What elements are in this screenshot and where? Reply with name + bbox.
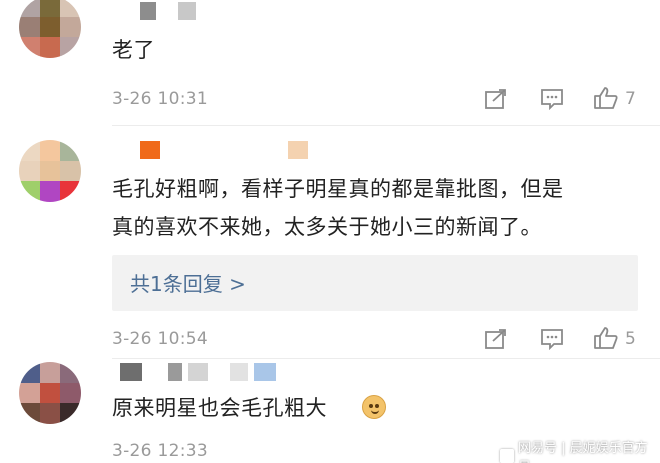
avatar-mosaic-tile: [39, 37, 61, 58]
reply-box[interactable]: 共1条回复 >: [112, 255, 638, 311]
avatar-mosaic-tile: [39, 16, 61, 38]
doge-emoji-icon: [362, 395, 386, 419]
comment-icon[interactable]: [540, 88, 564, 110]
avatar-mosaic-tile: [39, 160, 61, 182]
comment-text-line-2: 真的喜欢不来她，太多关于她小三的新闻了。: [112, 215, 542, 239]
timestamp: 3-26 12:33: [112, 441, 208, 461]
avatar-mosaic-tile: [60, 362, 81, 383]
avatar-mosaic-tile: [60, 382, 81, 404]
thumbs-up-icon[interactable]: [593, 86, 619, 110]
like-count: 7: [625, 89, 636, 109]
avatar-mosaic-tile: [39, 382, 61, 404]
thumbs-up-icon[interactable]: [593, 326, 619, 350]
avatar[interactable]: [19, 140, 81, 202]
avatar-mosaic-tile: [60, 403, 81, 424]
comment-text-line-1: 毛孔好粗啊，看样子明星真的都是靠批图，但是: [112, 177, 564, 201]
avatar-mosaic-tile: [60, 160, 81, 182]
share-icon[interactable]: [484, 88, 508, 110]
timestamp: 3-26 10:31: [112, 89, 208, 109]
comment-text: 原来明星也会毛孔粗大: [112, 396, 327, 420]
username-mosaic[interactable]: [140, 2, 196, 20]
divider: [112, 358, 660, 359]
avatar-mosaic-tile: [39, 403, 61, 424]
avatar-mosaic-tile: [19, 16, 40, 38]
view-replies-link[interactable]: 共1条回复 >: [130, 268, 246, 297]
avatar-mosaic-tile: [19, 37, 40, 58]
avatar-mosaic-tile: [60, 37, 81, 58]
avatar-mosaic-tile: [19, 382, 40, 404]
avatar-mosaic-tile: [39, 140, 61, 161]
like-count: 5: [625, 329, 636, 349]
avatar-mosaic-tile: [60, 181, 81, 202]
avatar-mosaic-tile: [39, 362, 61, 383]
comment-text: 老了: [112, 38, 155, 62]
avatar-mosaic-tile: [19, 0, 40, 17]
comment-icon[interactable]: [540, 328, 564, 350]
avatar[interactable]: [19, 362, 81, 424]
watermark-logo-icon: [500, 449, 514, 463]
avatar-mosaic-tile: [39, 0, 61, 17]
divider: [112, 125, 660, 126]
avatar-mosaic-tile: [19, 181, 40, 202]
avatar-mosaic-tile: [19, 403, 40, 424]
timestamp: 3-26 10:54: [112, 329, 208, 349]
avatar[interactable]: [19, 0, 81, 58]
avatar-mosaic-tile: [39, 181, 61, 202]
avatar-mosaic-tile: [60, 16, 81, 38]
username-mosaic[interactable]: [116, 363, 276, 381]
avatar-mosaic-tile: [19, 362, 40, 383]
watermark-text: 网易号 | 晨妮娱乐官方号: [517, 441, 648, 463]
avatar-mosaic-tile: [60, 140, 81, 161]
watermark: 网易号 | 晨妮娱乐官方号: [500, 437, 660, 463]
username-mosaic[interactable]: [116, 141, 308, 159]
avatar-mosaic-tile: [19, 160, 40, 182]
avatar-mosaic-tile: [60, 0, 81, 17]
share-icon[interactable]: [484, 328, 508, 350]
avatar-mosaic-tile: [19, 140, 40, 161]
